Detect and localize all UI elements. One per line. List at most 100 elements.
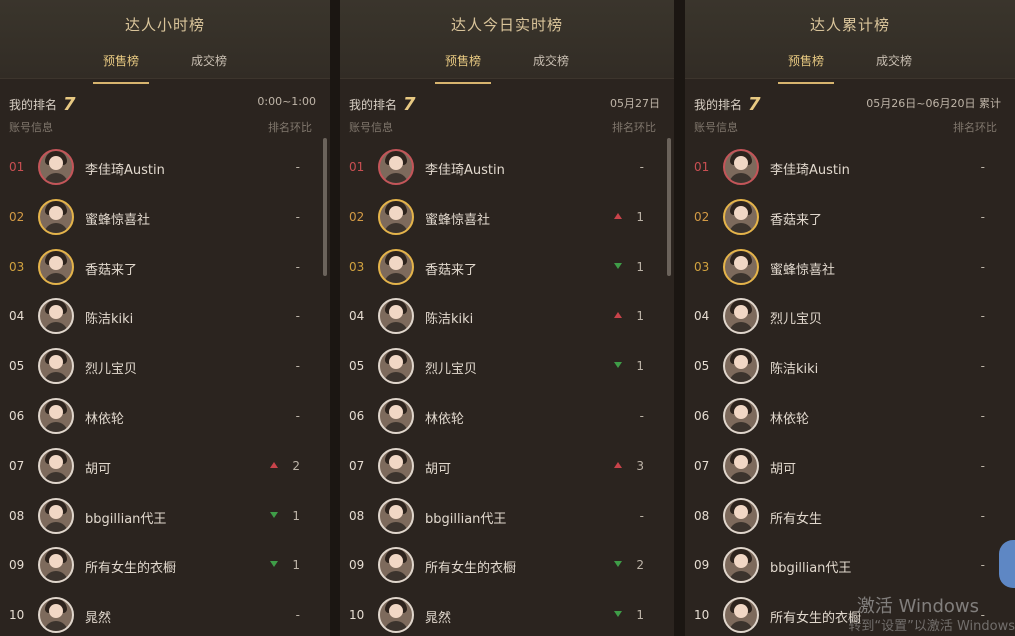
ranking-row[interactable]: 04 烈儿宝贝 -: [685, 292, 1015, 342]
tab-presale[interactable]: 预售榜: [92, 52, 150, 84]
scrollbar[interactable]: [323, 138, 327, 276]
avatar[interactable]: [378, 348, 414, 385]
avatar[interactable]: [723, 447, 759, 484]
streamer-name[interactable]: 蜜蜂惊喜社: [425, 209, 490, 228]
ranking-row[interactable]: 01 李佳琦Austin -: [340, 143, 674, 193]
tab-deal[interactable]: 成交榜: [868, 52, 920, 78]
avatar[interactable]: [38, 447, 74, 484]
avatar[interactable]: [723, 248, 759, 285]
ranking-row[interactable]: 09 bbgillian代王 -: [685, 541, 1015, 591]
ranking-row[interactable]: 03 香菇来了 -: [0, 243, 330, 293]
ranking-row[interactable]: 09 所有女生的衣橱 1: [0, 541, 330, 591]
ranking-row[interactable]: 08 bbgillian代王 1: [0, 492, 330, 542]
avatar[interactable]: [38, 597, 74, 634]
ranking-row[interactable]: 07 胡可 2: [0, 442, 330, 492]
avatar[interactable]: [723, 547, 759, 584]
streamer-name[interactable]: 李佳琦Austin: [770, 159, 850, 178]
ranking-row[interactable]: 06 林依轮 -: [340, 392, 674, 442]
ranking-row[interactable]: 03 蜜蜂惊喜社 -: [685, 243, 1015, 293]
avatar[interactable]: [378, 447, 414, 484]
avatar[interactable]: [723, 397, 759, 434]
scrollbar[interactable]: [667, 138, 671, 276]
ranking-row[interactable]: 03 香菇来了 1: [340, 243, 674, 293]
ranking-row[interactable]: 04 陈洁kiki -: [0, 292, 330, 342]
avatar[interactable]: [378, 397, 414, 434]
tab-presale[interactable]: 预售榜: [434, 52, 492, 84]
streamer-name[interactable]: 香菇来了: [85, 259, 137, 278]
avatar[interactable]: [723, 149, 759, 185]
avatar[interactable]: [378, 248, 414, 285]
streamer-name[interactable]: 李佳琦Austin: [425, 159, 505, 178]
avatar[interactable]: [38, 397, 74, 434]
avatar[interactable]: [723, 298, 759, 335]
avatar[interactable]: [38, 348, 74, 385]
streamer-name[interactable]: 所有女生的衣橱: [85, 557, 176, 576]
ranking-row[interactable]: 09 所有女生的衣橱 2: [340, 541, 674, 591]
ranking-row[interactable]: 10 晁然 1: [340, 591, 674, 636]
streamer-name[interactable]: 林依轮: [425, 408, 464, 427]
streamer-name[interactable]: bbgillian代王: [770, 557, 851, 576]
ranking-row[interactable]: 10 晁然 -: [0, 591, 330, 636]
avatar[interactable]: [38, 497, 74, 534]
avatar[interactable]: [378, 497, 414, 534]
streamer-name[interactable]: 李佳琦Austin: [85, 159, 165, 178]
avatar[interactable]: [378, 597, 414, 634]
streamer-name[interactable]: 烈儿宝贝: [770, 308, 822, 327]
ranking-row[interactable]: 04 陈洁kiki 1: [340, 292, 674, 342]
ranking-row[interactable]: 06 林依轮 -: [685, 392, 1015, 442]
avatar[interactable]: [378, 547, 414, 584]
trend-down-icon: [270, 511, 278, 518]
streamer-name[interactable]: 蜜蜂惊喜社: [85, 209, 150, 228]
streamer-name[interactable]: 香菇来了: [770, 209, 822, 228]
avatar[interactable]: [723, 497, 759, 534]
ranking-row[interactable]: 05 烈儿宝贝 -: [0, 342, 330, 392]
rank-change-value: -: [980, 160, 985, 174]
ranking-row[interactable]: 07 胡可 3: [340, 442, 674, 492]
streamer-name[interactable]: 胡可: [425, 458, 451, 477]
streamer-name[interactable]: 所有女生的衣橱: [425, 557, 516, 576]
streamer-name[interactable]: 烈儿宝贝: [425, 358, 477, 377]
streamer-name[interactable]: 林依轮: [770, 408, 809, 427]
ranking-row[interactable]: 08 所有女生 -: [685, 492, 1015, 542]
ranking-row[interactable]: 06 林依轮 -: [0, 392, 330, 442]
avatar[interactable]: [723, 348, 759, 385]
streamer-name[interactable]: 蜜蜂惊喜社: [770, 259, 835, 278]
tab-deal[interactable]: 成交榜: [525, 52, 577, 78]
floating-helper-button[interactable]: [999, 540, 1015, 588]
ranking-row[interactable]: 02 蜜蜂惊喜社 1: [340, 193, 674, 243]
streamer-name[interactable]: 胡可: [770, 458, 796, 477]
streamer-name[interactable]: 胡可: [85, 458, 111, 477]
avatar[interactable]: [38, 149, 74, 185]
avatar[interactable]: [38, 248, 74, 285]
ranking-row[interactable]: 08 bbgillian代王 -: [340, 492, 674, 542]
avatar[interactable]: [723, 597, 759, 634]
streamer-name[interactable]: 陈洁kiki: [770, 358, 818, 377]
ranking-row[interactable]: 05 烈儿宝贝 1: [340, 342, 674, 392]
streamer-name[interactable]: 林依轮: [85, 408, 124, 427]
streamer-name[interactable]: bbgillian代王: [85, 508, 166, 527]
avatar[interactable]: [723, 198, 759, 235]
tab-presale[interactable]: 预售榜: [777, 52, 835, 84]
streamer-name[interactable]: 陈洁kiki: [425, 308, 473, 327]
streamer-name[interactable]: 晁然: [85, 607, 111, 626]
avatar[interactable]: [38, 198, 74, 235]
streamer-name[interactable]: 陈洁kiki: [85, 308, 133, 327]
avatar[interactable]: [38, 298, 74, 335]
avatar[interactable]: [378, 298, 414, 335]
ranking-row[interactable]: 02 蜜蜂惊喜社 -: [0, 193, 330, 243]
ranking-row[interactable]: 07 胡可 -: [685, 442, 1015, 492]
streamer-name[interactable]: 所有女生: [770, 508, 822, 527]
streamer-name[interactable]: 烈儿宝贝: [85, 358, 137, 377]
ranking-row[interactable]: 01 李佳琦Austin -: [0, 143, 330, 193]
streamer-name[interactable]: 香菇来了: [425, 259, 477, 278]
tab-deal[interactable]: 成交榜: [183, 52, 235, 78]
avatar[interactable]: [38, 547, 74, 584]
avatar[interactable]: [378, 149, 414, 185]
streamer-name[interactable]: 晁然: [425, 607, 451, 626]
streamer-name[interactable]: bbgillian代王: [425, 508, 506, 527]
streamer-name[interactable]: 所有女生的衣橱: [770, 607, 861, 626]
avatar[interactable]: [378, 198, 414, 235]
ranking-row[interactable]: 05 陈洁kiki -: [685, 342, 1015, 392]
ranking-row[interactable]: 01 李佳琦Austin -: [685, 143, 1015, 193]
ranking-row[interactable]: 02 香菇来了 -: [685, 193, 1015, 243]
